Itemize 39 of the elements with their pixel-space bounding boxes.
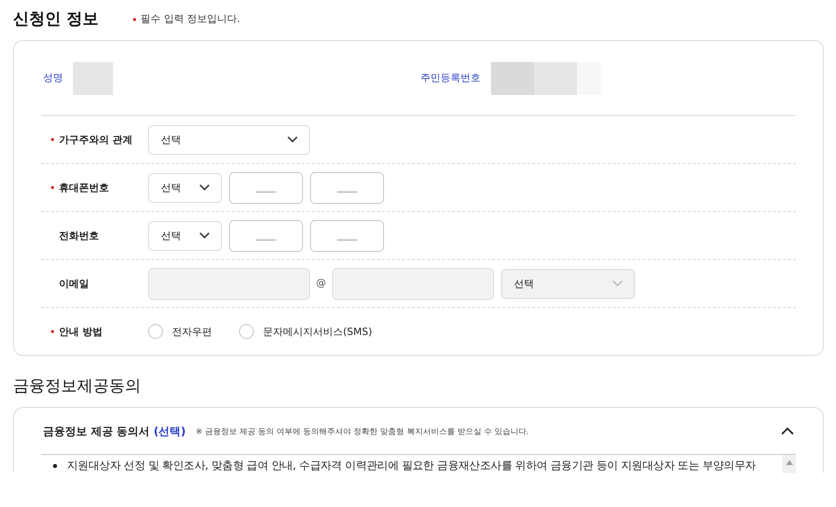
required-note: 필수 입력 정보입니다. [140,13,240,26]
phone-input-field[interactable]: ____ [229,220,303,252]
chevron-down-icon [612,280,623,287]
section-title: 금융정보제공동의 [13,376,142,397]
chevron-down-icon [287,136,298,143]
consent-title: 금융정보 제공 동의서 [43,424,150,438]
masked-value [73,62,113,94]
radio-button[interactable] [239,324,254,339]
field-label: 주민등록번호 [420,72,480,85]
section-title: 신청인 정보 [13,8,99,30]
phone-input-field[interactable]: ____ [310,172,384,204]
select-dropdown[interactable]: 선택 [148,172,222,202]
field-label: 안내 방법 [59,326,102,338]
consent-text: 지원대상자 선정 및 확인조사, 맞춤형 급여 안내, 수급자격 이력관리에 필요한 금융재산조사를 위하여 금융기관 등이 지원대상자 또는 부양의무자 [67,458,756,473]
radio-option[interactable]: 문자메시지서비스(SMS) [239,324,372,339]
required-dot [51,186,54,189]
select-dropdown[interactable]: 선택 [148,220,222,250]
required-dot [51,138,54,141]
scrollbar[interactable] [782,455,796,473]
required-dot [51,330,54,333]
optional-tag: (선택) [154,424,186,438]
required-dot [132,18,136,20]
field-label: 가구주와의 관계 [59,134,132,146]
select-dropdown[interactable]: 선택 [148,124,310,154]
at-sign: @ [316,278,326,289]
radio-option[interactable]: 전자우편 [148,324,212,339]
field-label: 성명 [43,72,63,85]
field-label: 이메일 [59,278,89,290]
field-label: 휴대폰번호 [59,182,109,194]
field-label: 전화번호 [59,230,99,242]
chevron-down-icon [199,184,210,191]
accordion-header[interactable]: 금융정보 제공 동의서 (선택) ※ 금융정보 제공 동의 여부에 동의해주셔야 정확한 맞춤형 복지서비스를 받으실 수 있습니다. [41,408,796,455]
chevron-down-icon [199,232,210,239]
phone-input-field[interactable]: ____ [229,172,303,204]
phone-input-field[interactable]: ____ [310,220,384,252]
radio-button[interactable] [148,324,163,339]
scroll-up-icon[interactable] [786,460,792,465]
bullet-dot [53,464,57,468]
consent-note: ※ 금융정보 제공 동의 여부에 동의해주셔야 정확한 맞춤형 복지서비스를 받으실 수 있습니다. [196,426,529,436]
